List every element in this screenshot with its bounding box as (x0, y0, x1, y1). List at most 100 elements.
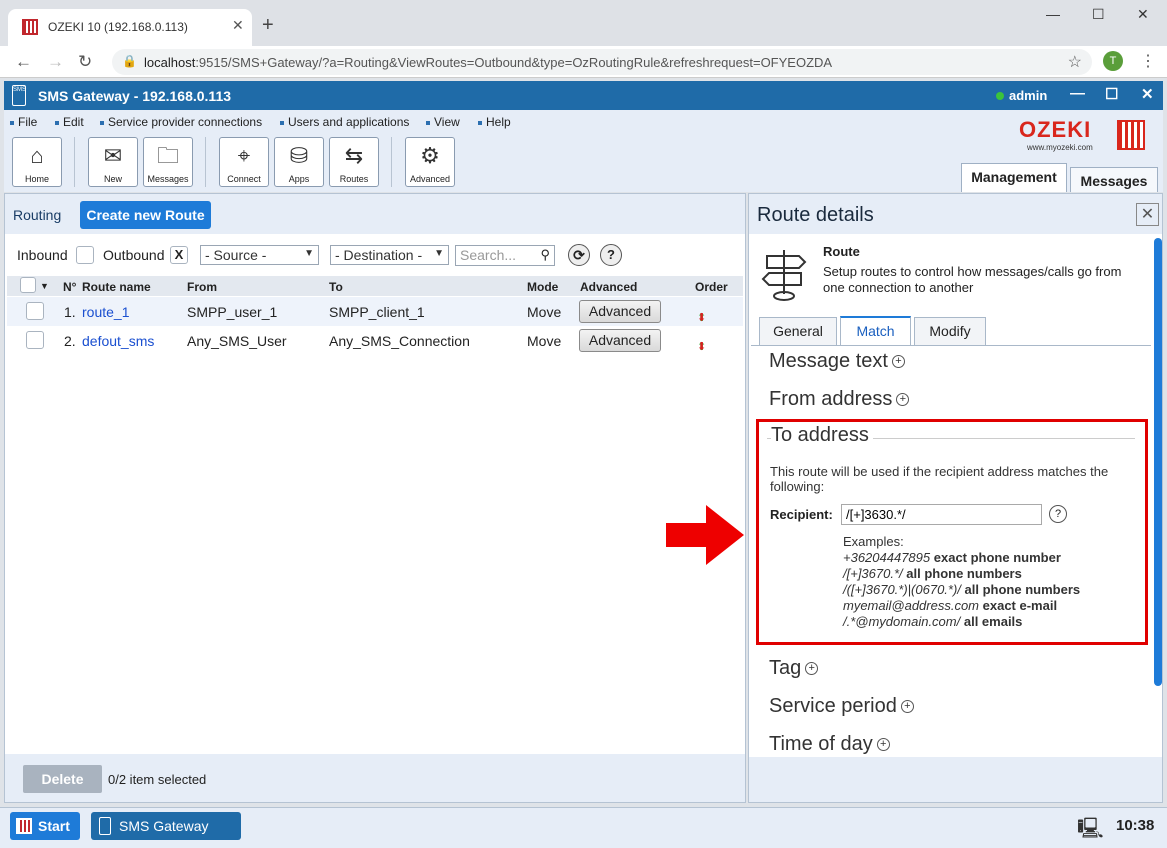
folder-icon: 🗀 (156, 143, 179, 168)
select-all-checkbox[interactable] (20, 277, 36, 293)
advanced-row-button[interactable]: Advanced (579, 300, 661, 323)
col-from[interactable]: From (187, 280, 217, 294)
route-details-title: Route details (757, 204, 874, 226)
create-new-route-button[interactable]: Create new Route (80, 201, 211, 229)
destination-select-value: - Destination - (335, 247, 423, 263)
connect-button[interactable]: ⌖ Connect (219, 137, 269, 187)
back-icon[interactable]: ← (15, 52, 32, 72)
forward-icon[interactable]: → (47, 52, 64, 72)
example-pattern: myemail@address.com (843, 598, 980, 613)
app-close-icon[interactable]: ✕ (1141, 85, 1154, 103)
messages-button[interactable]: 🗀 Messages (143, 137, 193, 187)
outbound-checkbox[interactable]: X (170, 246, 188, 264)
tab-messages[interactable]: Messages (1070, 167, 1158, 192)
refresh-icon[interactable]: ⟳ (568, 244, 590, 266)
browser-tab[interactable]: OZEKI 10 (192.168.0.113) ✕ (8, 9, 252, 46)
table-row[interactable]: 1. route_1 SMPP_user_1 SMPP_client_1 Mov… (7, 297, 743, 326)
start-button[interactable]: Start (10, 812, 80, 840)
ozeki-logo-text: OZEKI (1019, 117, 1092, 142)
monitor-icon[interactable]: 🖳 (1077, 814, 1104, 848)
start-label: Start (38, 818, 70, 834)
close-details-icon[interactable]: ✕ (1136, 203, 1159, 226)
app-title: SMS Gateway - 192.168.0.113 (38, 88, 232, 104)
selection-info: 0/2 item selected (108, 772, 207, 787)
help-icon[interactable]: ? (600, 244, 622, 266)
tab-general[interactable]: General (759, 317, 837, 345)
chevron-down-icon: ▼ (304, 248, 314, 259)
move-down-icon[interactable]: ⬇ (697, 340, 706, 353)
col-route-name[interactable]: Route name (82, 280, 151, 294)
menu-users-and-applications[interactable]: Users and applications (280, 115, 409, 129)
destination-select[interactable]: - Destination - ▼ (330, 245, 449, 265)
bookmark-star-icon[interactable]: ☆ (1068, 52, 1082, 72)
new-tab-icon[interactable]: + (262, 14, 274, 37)
tab-management[interactable]: Management (961, 163, 1067, 192)
source-select[interactable]: - Source - ▼ (200, 245, 319, 265)
tag-heading: Tag (769, 657, 802, 679)
routes-button[interactable]: ⇆ Routes (329, 137, 379, 187)
app-minimize-icon[interactable]: — (1070, 85, 1085, 102)
scrollbar-thumb[interactable] (1154, 238, 1162, 686)
delete-button[interactable]: Delete (23, 765, 102, 793)
browser-menu-icon[interactable]: ⋮ (1140, 51, 1156, 71)
user-name[interactable]: admin (1009, 88, 1047, 103)
browser-tab-bar: OZEKI 10 (192.168.0.113) ✕ + — ☐ ✕ (0, 0, 1167, 46)
ozeki-grid-icon (1117, 120, 1145, 150)
search-input[interactable]: Search... ⚲ (455, 245, 555, 266)
menu-edit[interactable]: Edit (55, 115, 84, 129)
inbound-checkbox[interactable] (76, 246, 94, 264)
menu-view[interactable]: View (426, 115, 460, 129)
inbound-label: Inbound (17, 247, 68, 263)
table-row[interactable]: 2. defout_sms Any_SMS_User Any_SMS_Conne… (7, 326, 743, 355)
profile-avatar[interactable]: T (1103, 51, 1123, 71)
home-button[interactable]: ⌂ Home (12, 137, 62, 187)
close-tab-icon[interactable]: ✕ (232, 17, 244, 34)
route-name-link[interactable]: defout_sms (82, 333, 154, 349)
close-window-icon[interactable]: ✕ (1137, 6, 1149, 23)
col-mode[interactable]: Mode (527, 280, 558, 294)
expand-plus-icon[interactable]: + (900, 700, 914, 714)
example-pattern: /.*@mydomain.com/ (843, 614, 961, 629)
search-icon[interactable]: ⚲ (540, 247, 550, 263)
details-scrollbar[interactable] (1154, 238, 1162, 690)
help-icon[interactable]: ? (1049, 505, 1067, 523)
tab-modify[interactable]: Modify (914, 317, 986, 345)
route-from: SMPP_user_1 (187, 304, 278, 320)
service-period-section[interactable]: Service period + (769, 695, 914, 718)
service-period-heading: Service period (769, 695, 897, 717)
maximize-window-icon[interactable]: ☐ (1092, 6, 1105, 23)
select-all-dropdown-icon[interactable]: ▼ (40, 281, 49, 291)
lock-icon: 🔒 (122, 54, 137, 68)
expand-plus-icon[interactable]: + (876, 738, 890, 752)
taskbar-sms-gateway-button[interactable]: SMS Gateway (91, 812, 241, 840)
route-name-link[interactable]: route_1 (82, 304, 129, 320)
time-of-day-section[interactable]: Time of day + (769, 733, 890, 756)
row-checkbox[interactable] (26, 331, 44, 349)
example-pattern: +36204447895 (843, 550, 931, 565)
recipient-input[interactable] (841, 504, 1042, 525)
example-item: /([+]3670.*)|(0670.*)/ all phone numbers (843, 582, 1080, 598)
advanced-button[interactable]: ⚙ Advanced (405, 137, 455, 187)
col-to[interactable]: To (329, 280, 343, 294)
reload-icon[interactable]: ↻ (78, 52, 92, 72)
app-maximize-icon[interactable]: ☐ (1105, 85, 1118, 103)
message-text-section[interactable]: Message text + (769, 350, 905, 373)
tab-match[interactable]: Match (840, 316, 911, 345)
new-button[interactable]: ✉ New (88, 137, 138, 187)
toolbar-divider (74, 137, 75, 187)
menu-file[interactable]: File (10, 115, 37, 129)
menu-help[interactable]: Help (478, 115, 511, 129)
row-checkbox[interactable] (26, 302, 44, 320)
apps-button[interactable]: ⛁ Apps (274, 137, 324, 187)
url-field[interactable]: 🔒 localhost:9515/SMS+Gateway/?a=Routing&… (112, 49, 1092, 75)
minimize-window-icon[interactable]: — (1046, 6, 1060, 22)
home-icon: ⌂ (30, 143, 44, 168)
advanced-row-button[interactable]: Advanced (579, 329, 661, 352)
expand-plus-icon[interactable]: + (896, 393, 910, 407)
expand-plus-icon[interactable]: + (891, 355, 905, 369)
move-down-icon[interactable]: ⬇ (697, 311, 706, 324)
from-address-section[interactable]: From address + (769, 388, 910, 411)
tag-section[interactable]: Tag + (769, 657, 819, 680)
expand-plus-icon[interactable]: + (805, 662, 819, 676)
menu-service-provider-connections[interactable]: Service provider connections (100, 115, 262, 129)
